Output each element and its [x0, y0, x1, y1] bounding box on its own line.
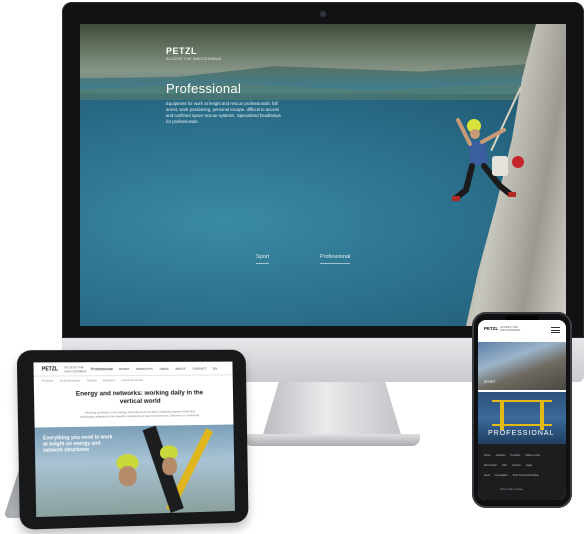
footer-link[interactable]: Products — [511, 454, 521, 457]
footer-link[interactable]: Contact — [512, 464, 521, 467]
footer-link[interactable]: Activities — [496, 454, 506, 457]
hamburger-menu-icon[interactable] — [551, 327, 560, 333]
desktop-screen: PETZL ACCESS THE INACCESSIBLE Profession… — [80, 24, 566, 326]
petzl-logo[interactable]: PETZL ACCESS THE INACCESSIBLE — [166, 46, 222, 61]
footer-link[interactable]: Jobs — [502, 464, 507, 467]
tablet-device: PETZL ACCESS THE INACCESSIBLE Profession… — [16, 349, 249, 530]
tablet-menu: SPORT PRODUCTS NEWS ABOUT CONTACT EN — [119, 367, 217, 372]
phone-screen: PETZL ACCESS THE INACCESSIBLE SPORT PROF… — [478, 320, 566, 500]
tablet-navbar: PETZL ACCESS THE INACCESSIBLE Profession… — [33, 361, 233, 377]
climber-image — [452, 118, 524, 201]
worker-face — [118, 465, 137, 487]
sport-link[interactable]: Sport — [256, 254, 270, 264]
phone-footer — [478, 444, 566, 500]
hero-description: Equipment for work at height and rescue … — [166, 101, 281, 124]
tablet-logo-tagline: ACCESS THE INACCESSIBLE — [64, 365, 87, 373]
phone-logo-tagline: ACCESS THE INACCESSIBLE — [500, 325, 521, 333]
phone-truss-post — [540, 400, 544, 430]
footer-link[interactable]: News — [484, 474, 490, 477]
phone-header: PETZL ACCESS THE INACCESSIBLE — [478, 320, 566, 342]
phone-footer-links: News Foundation Petzl Technical Institut… — [484, 474, 539, 477]
tablet-menu-item[interactable]: PRODUCTS — [136, 367, 153, 371]
logo-text: PETZL — [166, 46, 197, 56]
tablet-submenu-item[interactable]: Inspection — [103, 378, 116, 382]
footer-link[interactable]: Where to buy — [525, 454, 540, 457]
tablet-menu-item[interactable]: ABOUT — [175, 367, 185, 371]
footer-link[interactable]: Legal — [526, 464, 532, 467]
phone-logo[interactable]: PETZL — [484, 326, 498, 331]
monitor-stand-base — [244, 434, 420, 446]
footer-link[interactable]: Petzl Technical Institute — [513, 474, 539, 477]
camera-icon — [320, 11, 326, 17]
tablet-paragraph: Working at height in the energy and tele… — [79, 409, 200, 419]
footer-link[interactable]: Foundation — [495, 474, 508, 477]
tablet-photo-caption: Everything you need to work at height on… — [42, 434, 113, 454]
phone-footer-links: Home Activities Products Where to buy — [484, 454, 540, 457]
phone-footer-address: Petzl, Crolles, France — [500, 488, 523, 491]
tablet-submenu-item[interactable]: Training — [86, 378, 96, 382]
professional-link[interactable]: Professional — [320, 254, 351, 264]
phone-professional-label: PROFESSIONAL — [488, 430, 555, 437]
tablet-submenu: Products Technical advice Training Inspe… — [42, 378, 143, 383]
hero-heading: Professional — [166, 81, 242, 96]
tablet-menu-item[interactable]: CONTACT — [192, 367, 206, 371]
tablet-brand[interactable]: Professional — [91, 366, 113, 371]
tablet-screen: PETZL ACCESS THE INACCESSIBLE Profession… — [33, 361, 235, 518]
tablet-menu-item[interactable]: SPORT — [119, 367, 129, 371]
footer-link[interactable]: About Petzl — [484, 464, 497, 467]
phone-footer-links: About Petzl Jobs Contact Legal — [484, 464, 532, 467]
phone-sport-label: SPORT — [484, 380, 496, 384]
phone-truss-post — [500, 400, 504, 430]
phone-device: PETZL ACCESS THE INACCESSIBLE SPORT PROF… — [472, 312, 572, 508]
tablet-logo[interactable]: PETZL — [42, 366, 58, 372]
logo-tagline: ACCESS THE INACCESSIBLE — [166, 56, 222, 61]
tablet-submenu-item[interactable]: Products — [42, 379, 53, 383]
tablet-menu-item[interactable]: NEWS — [160, 367, 169, 371]
tablet-submenu-item[interactable]: Technical advice — [59, 378, 80, 382]
monitor-stand — [262, 382, 402, 438]
worker-face — [162, 457, 178, 476]
tablet-menu-item[interactable]: EN — [213, 367, 217, 371]
tablet-headline: Energy and networks: working daily in th… — [75, 389, 204, 406]
footer-link[interactable]: Home — [484, 454, 491, 457]
tablet-submenu-item[interactable]: Customer service — [121, 378, 143, 382]
